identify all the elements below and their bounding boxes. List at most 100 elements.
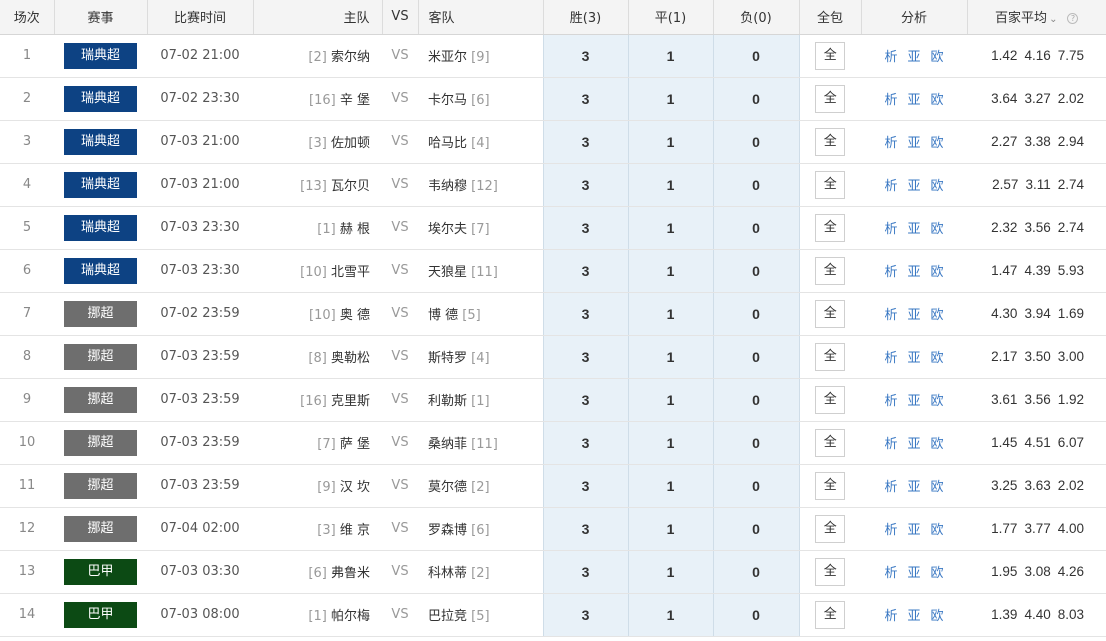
away-team[interactable]: 利勒斯 [428, 394, 467, 409]
asian-odds-link[interactable]: 亚 [907, 437, 920, 452]
home-team[interactable]: 汉 坎 [340, 480, 370, 495]
euro-odds-link[interactable]: 欧 [931, 179, 944, 194]
home-team[interactable]: 北雪平 [331, 265, 370, 280]
pick-draw[interactable]: 1 [627, 421, 714, 465]
league-badge[interactable]: 挪超 [64, 472, 137, 499]
euro-odds-link[interactable]: 欧 [931, 351, 944, 366]
analysis-link[interactable]: 析 [884, 179, 897, 194]
select-all-button[interactable]: 全 [815, 342, 846, 371]
home-team[interactable]: 克里斯 [331, 394, 370, 409]
analysis-link[interactable]: 析 [884, 394, 897, 409]
euro-odds-link[interactable]: 欧 [931, 609, 944, 624]
pick-loss[interactable]: 0 [712, 378, 800, 422]
home-team[interactable]: 瓦尔贝 [331, 179, 370, 194]
pick-win[interactable]: 3 [542, 77, 629, 121]
home-team[interactable]: 辛 堡 [340, 93, 370, 108]
asian-odds-link[interactable]: 亚 [907, 609, 920, 624]
home-team[interactable]: 帕尔梅 [331, 609, 370, 624]
select-all-button[interactable]: 全 [815, 213, 846, 242]
home-team[interactable]: 萨 堡 [340, 437, 370, 452]
pick-win[interactable]: 3 [542, 249, 629, 293]
league-badge[interactable]: 瑞典超 [64, 85, 137, 112]
pick-win[interactable]: 3 [542, 34, 629, 78]
pick-win[interactable]: 3 [542, 292, 629, 336]
help-icon[interactable]: ? [1067, 13, 1079, 25]
pick-draw[interactable]: 1 [627, 120, 714, 164]
pick-loss[interactable]: 0 [712, 77, 800, 121]
pick-win[interactable]: 3 [542, 507, 629, 551]
select-all-button[interactable]: 全 [815, 385, 846, 414]
pick-win[interactable]: 3 [542, 464, 629, 508]
asian-odds-link[interactable]: 亚 [907, 480, 920, 495]
analysis-link[interactable]: 析 [884, 308, 897, 323]
pick-win[interactable]: 3 [542, 163, 629, 207]
select-all-button[interactable]: 全 [815, 514, 846, 543]
away-team[interactable]: 莫尔德 [428, 480, 467, 495]
pick-draw[interactable]: 1 [627, 550, 714, 594]
analysis-link[interactable]: 析 [884, 566, 897, 581]
analysis-link[interactable]: 析 [884, 265, 897, 280]
pick-draw[interactable]: 1 [627, 292, 714, 336]
pick-draw[interactable]: 1 [627, 77, 714, 121]
pick-loss[interactable]: 0 [712, 335, 800, 379]
select-all-button[interactable]: 全 [815, 256, 846, 285]
pick-draw[interactable]: 1 [627, 593, 714, 637]
pick-win[interactable]: 3 [542, 206, 629, 250]
asian-odds-link[interactable]: 亚 [907, 93, 920, 108]
away-team[interactable]: 斯特罗 [428, 351, 467, 366]
away-team[interactable]: 博 德 [428, 308, 458, 323]
pick-draw[interactable]: 1 [627, 378, 714, 422]
away-team[interactable]: 巴拉竞 [428, 609, 467, 624]
pick-draw[interactable]: 1 [627, 249, 714, 293]
pick-loss[interactable]: 0 [712, 507, 800, 551]
home-team[interactable]: 奥 德 [340, 308, 370, 323]
away-team[interactable]: 天狼星 [428, 265, 467, 280]
away-team[interactable]: 韦纳穆 [428, 179, 467, 194]
euro-odds-link[interactable]: 欧 [931, 308, 944, 323]
pick-win[interactable]: 3 [542, 378, 629, 422]
analysis-link[interactable]: 析 [884, 222, 897, 237]
analysis-link[interactable]: 析 [884, 136, 897, 151]
asian-odds-link[interactable]: 亚 [907, 394, 920, 409]
away-team[interactable]: 米亚尔 [428, 50, 467, 65]
pick-draw[interactable]: 1 [627, 507, 714, 551]
pick-loss[interactable]: 0 [712, 163, 800, 207]
asian-odds-link[interactable]: 亚 [907, 308, 920, 323]
asian-odds-link[interactable]: 亚 [907, 50, 920, 65]
header-avg[interactable]: 百家平均 ⌄? [967, 0, 1106, 35]
euro-odds-link[interactable]: 欧 [931, 394, 944, 409]
league-badge[interactable]: 挪超 [64, 429, 137, 456]
league-badge[interactable]: 瑞典超 [64, 214, 137, 241]
asian-odds-link[interactable]: 亚 [907, 566, 920, 581]
asian-odds-link[interactable]: 亚 [907, 351, 920, 366]
euro-odds-link[interactable]: 欧 [931, 93, 944, 108]
pick-loss[interactable]: 0 [712, 292, 800, 336]
pick-draw[interactable]: 1 [627, 34, 714, 78]
league-badge[interactable]: 瑞典超 [64, 42, 137, 69]
pick-draw[interactable]: 1 [627, 335, 714, 379]
league-badge[interactable]: 巴甲 [64, 558, 137, 585]
league-badge[interactable]: 巴甲 [64, 601, 137, 628]
pick-win[interactable]: 3 [542, 335, 629, 379]
pick-loss[interactable]: 0 [712, 593, 800, 637]
pick-win[interactable]: 3 [542, 593, 629, 637]
pick-loss[interactable]: 0 [712, 550, 800, 594]
asian-odds-link[interactable]: 亚 [907, 179, 920, 194]
league-badge[interactable]: 瑞典超 [64, 257, 137, 284]
analysis-link[interactable]: 析 [884, 480, 897, 495]
league-badge[interactable]: 挪超 [64, 386, 137, 413]
home-team[interactable]: 佐加顿 [331, 136, 370, 151]
home-team[interactable]: 赫 根 [340, 222, 370, 237]
euro-odds-link[interactable]: 欧 [931, 265, 944, 280]
analysis-link[interactable]: 析 [884, 609, 897, 624]
select-all-button[interactable]: 全 [815, 471, 846, 500]
euro-odds-link[interactable]: 欧 [931, 50, 944, 65]
select-all-button[interactable]: 全 [815, 557, 846, 586]
euro-odds-link[interactable]: 欧 [931, 480, 944, 495]
select-all-button[interactable]: 全 [815, 600, 846, 629]
analysis-link[interactable]: 析 [884, 523, 897, 538]
league-badge[interactable]: 挪超 [64, 343, 137, 370]
asian-odds-link[interactable]: 亚 [907, 136, 920, 151]
pick-draw[interactable]: 1 [627, 206, 714, 250]
pick-loss[interactable]: 0 [712, 120, 800, 164]
